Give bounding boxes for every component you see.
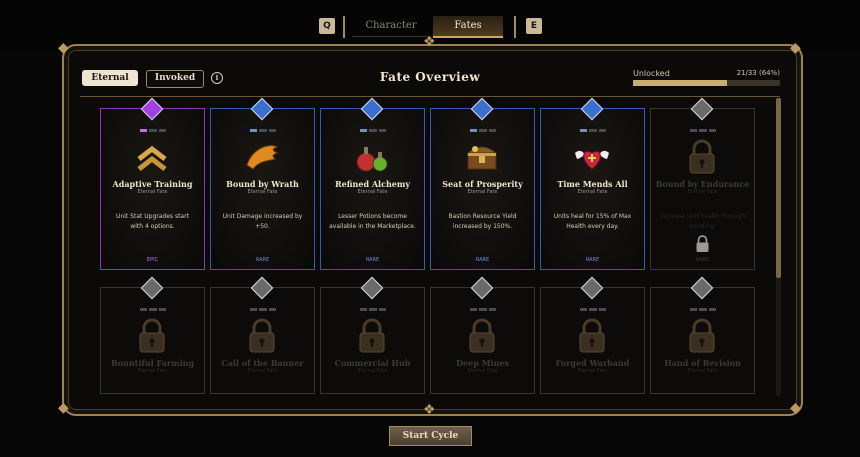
fate-name: Deep Mines xyxy=(456,358,509,368)
fate-name: Refined Alchemy xyxy=(335,179,410,189)
corner-ornament-icon: ◆ xyxy=(790,400,801,416)
chevron-stack-icon xyxy=(133,139,171,175)
lock-icon xyxy=(465,318,499,354)
fate-type: Eternal Fate xyxy=(467,189,498,195)
lock-icon xyxy=(245,318,279,354)
fate-card[interactable]: Deep Mines Eternal Fate xyxy=(430,276,535,394)
fate-type: Eternal Fate xyxy=(357,368,388,374)
page-title: Fate Overview xyxy=(379,70,481,84)
fate-description: Lesser Potions become available in the M… xyxy=(329,213,416,230)
rarity-label: RARE xyxy=(695,257,710,263)
level-pips xyxy=(580,308,606,311)
level-pips xyxy=(470,308,496,311)
fate-type: Eternal Fate xyxy=(467,368,498,374)
scrollbar-thumb[interactable] xyxy=(776,98,781,278)
unlocked-progress-fill xyxy=(633,80,728,86)
rarity-label: RARE xyxy=(365,257,380,263)
unlocked-value: 21/33 (64%) xyxy=(736,69,780,77)
fate-type: Eternal Fate xyxy=(137,189,168,195)
fate-name: Bountiful Farming xyxy=(110,358,195,368)
corner-ornament-icon: ◆ xyxy=(790,40,801,56)
prev-tab-key[interactable]: Q xyxy=(319,18,335,34)
fate-name: Commercial Hub xyxy=(334,358,411,368)
unlocked-label: Unlocked xyxy=(633,69,670,78)
fate-description: Increase unit health through bonding. xyxy=(659,213,746,230)
fate-card[interactable]: Bound by Wrath Eternal Fate Unit Damage in… xyxy=(210,97,315,270)
corner-ornament-icon: ◆ xyxy=(58,400,69,416)
bottom-crest-icon: ❖ xyxy=(423,402,436,418)
panel-header: Eternal Invoked i Fate Overview Unlocked… xyxy=(80,62,780,97)
level-pips xyxy=(360,129,386,132)
top-crest-icon: ❖ xyxy=(423,34,436,50)
level-pips xyxy=(470,129,496,132)
fate-type: Eternal Fate xyxy=(357,189,388,195)
fate-name: Time Mends All xyxy=(557,179,628,189)
fate-type: Eternal Fate xyxy=(577,368,608,374)
fate-type: Eternal Fate xyxy=(137,368,168,374)
lock-icon xyxy=(575,318,609,354)
fate-name: Call of the Banner xyxy=(221,358,304,368)
corner-ornament-icon: ◆ xyxy=(58,40,69,56)
fate-type: Eternal Fate xyxy=(247,189,278,195)
rarity-label: RARE xyxy=(475,257,490,263)
potion-icon xyxy=(353,139,391,175)
lock-icon xyxy=(355,318,389,354)
level-pips xyxy=(140,308,166,311)
fate-name: Forged Warband xyxy=(555,358,630,368)
info-icon[interactable]: i xyxy=(211,72,223,84)
fate-name: Bound by Endurance xyxy=(655,179,750,189)
fate-type: Eternal Fate xyxy=(577,189,608,195)
lock-icon xyxy=(685,318,719,354)
chest-icon xyxy=(463,139,501,175)
level-pips xyxy=(250,308,276,311)
start-cycle-button[interactable]: Start Cycle xyxy=(389,426,472,446)
fate-card[interactable]: Adaptive Training Eternal Fate Unit Stat U… xyxy=(100,97,205,270)
fate-card[interactable]: Bountiful Farming Eternal Fate xyxy=(100,276,205,394)
level-pips xyxy=(690,129,716,132)
fate-card[interactable]: Call of the Banner Eternal Fate xyxy=(210,276,315,394)
toggle-eternal[interactable]: Eternal xyxy=(82,70,138,86)
rarity-label: RARE xyxy=(255,257,270,263)
tab-fates[interactable]: Fates xyxy=(433,16,503,38)
small-lock-icon xyxy=(694,235,711,253)
fate-name: Adaptive Training xyxy=(112,179,193,189)
fate-description: Unit Stat Upgrades start with 4 options. xyxy=(116,213,189,230)
fate-card[interactable]: Commercial Hub Eternal Fate xyxy=(320,276,425,394)
level-pips xyxy=(690,308,716,311)
fate-description: Bastion Resource Yield increased by 150%… xyxy=(448,213,517,230)
rarity-label: RARE xyxy=(585,257,600,263)
fate-name: Seat of Prosperity xyxy=(442,179,523,189)
fate-name: Bound by Wrath xyxy=(226,179,299,189)
fate-description: Unit Damage increased by +50. xyxy=(222,213,303,230)
fate-name: Hand of Revision xyxy=(664,358,741,368)
fate-description: Units heal for 15% of Max Health every d… xyxy=(553,213,632,230)
fate-card[interactable]: Refined Alchemy Eternal Fate Lesser Potion… xyxy=(320,97,425,270)
fate-card[interactable]: Time Mends All Eternal Fate Units heal for… xyxy=(540,97,645,270)
level-pips xyxy=(580,129,606,132)
fate-card[interactable]: Seat of Prosperity Eternal Fate Bastion Re… xyxy=(430,97,535,270)
tab-separator-left xyxy=(343,16,345,38)
lock-icon xyxy=(685,139,719,175)
fate-type: Eternal Fate xyxy=(247,368,278,374)
unlocked-progress-bar xyxy=(633,80,780,86)
fate-card[interactable]: Forged Warband Eternal Fate xyxy=(540,276,645,394)
level-pips xyxy=(250,129,276,132)
level-pips xyxy=(360,308,386,311)
next-tab-key[interactable]: E xyxy=(526,18,542,34)
tab-character[interactable]: Character xyxy=(352,16,430,37)
fate-type: Eternal Fate xyxy=(687,368,718,374)
toggle-invoked[interactable]: Invoked xyxy=(146,70,204,88)
wing-icon xyxy=(243,139,281,175)
tab-separator-right xyxy=(514,16,516,38)
rarity-label: EPIC xyxy=(146,257,159,263)
level-pips xyxy=(140,129,166,132)
winged-heart-icon xyxy=(573,139,611,175)
lock-icon xyxy=(135,318,169,354)
fate-card[interactable]: Hand of Revision Eternal Fate xyxy=(650,276,755,394)
fate-card[interactable]: Bound by Endurance Eternal Fate Increase u… xyxy=(650,97,755,270)
fate-type: Eternal Fate xyxy=(687,189,718,195)
scrollbar[interactable] xyxy=(776,98,781,396)
